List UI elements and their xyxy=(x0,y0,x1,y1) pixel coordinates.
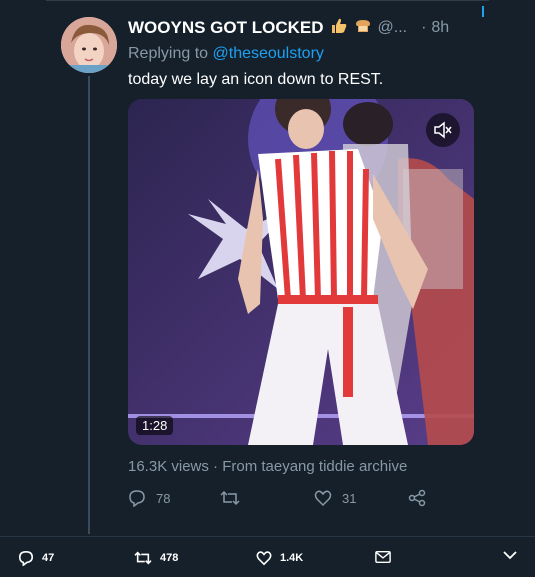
envelope-icon xyxy=(375,550,391,564)
bottom-like-button[interactable]: 1.4K xyxy=(256,550,303,566)
share-button[interactable] xyxy=(408,489,436,507)
share-icon xyxy=(408,489,426,507)
reply-button[interactable]: 78 xyxy=(128,489,170,507)
bottom-retweet-button[interactable]: 478 xyxy=(134,550,178,566)
avatar-image xyxy=(61,17,117,73)
bottom-like-count: 1.4K xyxy=(280,552,304,564)
heart-icon xyxy=(256,551,272,566)
chevron-down-icon xyxy=(503,551,517,560)
scroll-indicator xyxy=(482,6,484,17)
speaker-muted-icon xyxy=(434,121,452,139)
reply-prefix: Replying to xyxy=(128,45,209,62)
like-count: 31 xyxy=(342,490,357,506)
retweet-icon xyxy=(134,551,152,565)
heart-icon xyxy=(314,490,332,507)
bottom-retweet-count: 478 xyxy=(160,552,179,564)
bottom-reply-count: 47 xyxy=(42,552,55,564)
like-button[interactable]: 31 xyxy=(314,489,356,507)
tweet-header: WOOYNS GOT LOCKED @... · 8h xyxy=(128,16,449,40)
time-separator: · xyxy=(421,19,427,36)
display-name[interactable]: WOOYNS GOT LOCKED xyxy=(128,18,324,38)
reply-count: 78 xyxy=(156,490,171,506)
top-divider xyxy=(46,0,489,1)
bottom-action-bar: 47 478 1.4K xyxy=(0,536,535,577)
retweet-button[interactable] xyxy=(220,489,250,507)
bottom-reply-button[interactable]: 47 xyxy=(18,550,54,566)
view-count-source[interactable]: 16.3K views · From taeyang tiddie archiv… xyxy=(128,458,407,475)
bottom-more-button[interactable] xyxy=(503,550,525,560)
avatar[interactable] xyxy=(61,17,117,73)
video-player[interactable]: 1:28 xyxy=(128,99,474,445)
reply-icon xyxy=(18,550,34,566)
bread-icon xyxy=(354,17,372,40)
bottom-message-button[interactable] xyxy=(375,550,399,564)
tweet-actions: 78 31 xyxy=(128,489,428,509)
timestamp[interactable]: 8h xyxy=(431,19,449,37)
video-frame xyxy=(128,99,474,445)
replying-to: Replying to @theseoulstory xyxy=(128,45,324,63)
handle[interactable]: @... xyxy=(378,19,408,37)
thumbs-up-icon xyxy=(330,17,348,40)
retweet-icon xyxy=(220,490,240,506)
mute-button[interactable] xyxy=(426,113,460,147)
thread-line xyxy=(88,76,90,534)
tweet-text: today we lay an icon down to REST. xyxy=(128,71,384,88)
reply-icon xyxy=(129,490,145,507)
reply-mention-link[interactable]: @theseoulstory xyxy=(213,45,324,62)
video-duration: 1:28 xyxy=(136,416,174,435)
